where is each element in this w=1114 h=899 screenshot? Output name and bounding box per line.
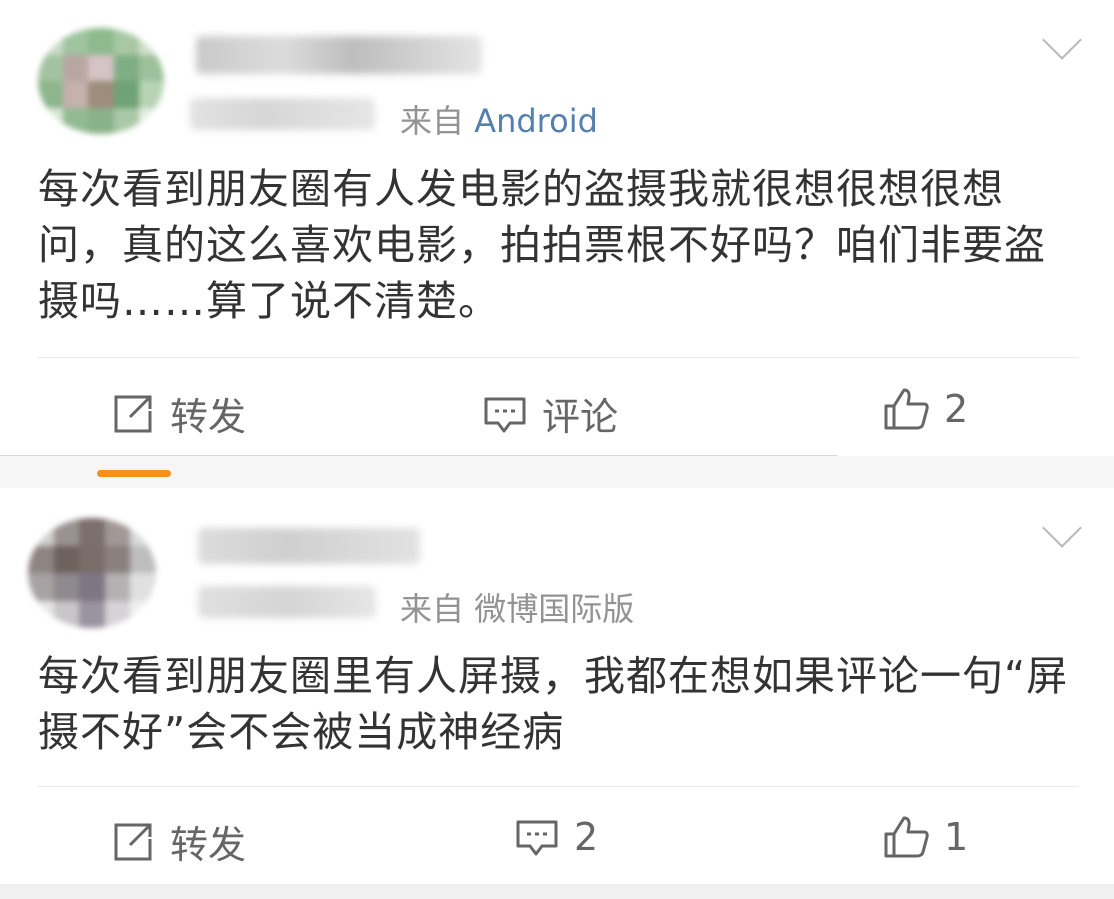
like-button[interactable]: 1 (882, 814, 968, 860)
thumbs-up-icon (884, 816, 929, 858)
share-square-icon (114, 395, 152, 432)
comment-bubble-icon (484, 397, 526, 432)
page-bottom-strip (0, 884, 1114, 899)
avatar[interactable] (28, 518, 156, 628)
chevron-down-icon[interactable] (1042, 508, 1082, 548)
divider (38, 357, 1078, 358)
tab-indicator (97, 470, 171, 477)
source-device-link[interactable]: 微博国际版 (474, 590, 634, 628)
post-content: 每次看到朋友圈有人发电影的盗摄我就很想很想很想问，真的这么喜欢电影，拍拍票根不好… (38, 165, 1046, 325)
repost-button[interactable]: 转发 (110, 814, 246, 869)
timestamp-redacted (190, 98, 375, 130)
comment-count: 2 (574, 815, 599, 859)
repost-label: 转发 (170, 395, 247, 439)
like-count: 1 (944, 815, 969, 859)
source-device-link[interactable]: Android (474, 102, 598, 140)
like-count: 2 (944, 387, 969, 431)
like-button[interactable]: 2 (882, 386, 968, 432)
repost-button[interactable]: 转发 (110, 386, 246, 441)
source-prefix: 来自 (400, 590, 465, 628)
share-square-icon (114, 823, 152, 860)
post-card: 来自 微博国际版 每次看到朋友圈里有人屏摄，我都在想如果评论一句“屏摄不好”会不… (0, 488, 1114, 884)
avatar[interactable] (38, 28, 164, 134)
divider (38, 786, 1078, 787)
comment-button[interactable]: 评论 (482, 386, 618, 441)
post-source: 来自 微博国际版 (400, 584, 634, 630)
post-content: 每次看到朋友圈里有人屏摄，我都在想如果评论一句“屏摄不好”会不会被当成神经病 (38, 652, 1069, 756)
repost-label: 转发 (170, 823, 247, 867)
thumbs-up-icon (884, 388, 929, 430)
comment-bubble-icon (516, 820, 558, 856)
chevron-down-icon[interactable] (1042, 20, 1082, 60)
username-redacted[interactable] (196, 36, 482, 74)
tab-bar-line (0, 455, 837, 456)
comment-button[interactable]: 2 (514, 814, 598, 860)
post-source: 来自 Android (400, 96, 598, 142)
timestamp-redacted (198, 586, 376, 618)
username-redacted[interactable] (198, 528, 420, 564)
source-prefix: 来自 (400, 102, 465, 140)
post-card: 来自 Android 每次看到朋友圈有人发电影的盗摄我就很想很想很想问，真的这么… (0, 0, 1114, 455)
comment-label: 评论 (542, 395, 619, 439)
